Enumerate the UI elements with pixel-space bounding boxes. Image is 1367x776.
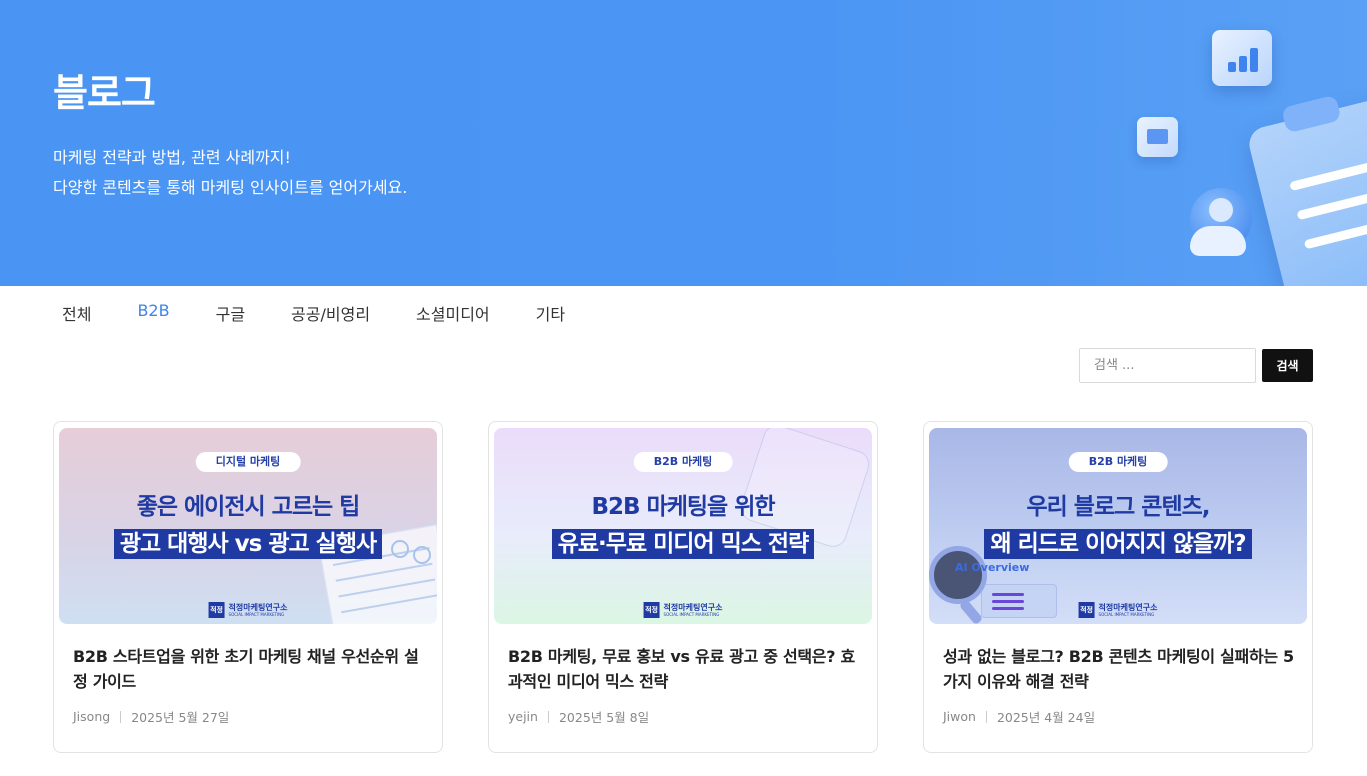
search-button[interactable]: 검색	[1262, 349, 1313, 382]
post-title[interactable]: 성과 없는 블로그? B2B 콘텐츠 마케팅이 실패하는 5가지 이유와 해결 …	[943, 644, 1299, 694]
post-date: 2025년 5월 27일	[131, 710, 230, 725]
tab-b2b[interactable]: B2B	[137, 301, 169, 327]
tab-google[interactable]: 구글	[216, 301, 245, 327]
meta-divider	[985, 710, 987, 723]
thumbnail-headline-highlight: 광고 대행사 vs 광고 실행사	[59, 524, 437, 559]
user-icon	[1190, 188, 1252, 256]
thumbnail-tag: 디지털 마케팅	[195, 452, 301, 472]
post-card[interactable]: AI Overview B2B 마케팅 우리 블로그 콘텐츠, 왜 리드로 이어…	[923, 421, 1313, 753]
thumbnail-headline: 좋은 에이전시 고르는 팁	[136, 494, 361, 520]
thumbnail-headline-highlight: 유료·무료 미디어 믹스 전략	[494, 524, 872, 559]
category-tabs: 전체 B2B 구글 공공/비영리 소셜미디어 기타	[62, 301, 611, 327]
post-author: Jiwon	[943, 709, 976, 724]
tab-public-nonprofit[interactable]: 공공/비영리	[291, 301, 370, 327]
post-meta: Jisong 2025년 5월 27일	[73, 707, 229, 726]
thumbnail-headline: 우리 블로그 콘텐츠,	[1026, 494, 1210, 520]
post-thumbnail[interactable]: AI Overview B2B 마케팅 우리 블로그 콘텐츠, 왜 리드로 이어…	[929, 428, 1307, 624]
bar-chart-icon	[1212, 30, 1272, 86]
post-date: 2025년 5월 8일	[558, 710, 650, 725]
post-title[interactable]: B2B 마케팅, 무료 홍보 vs 유료 광고 중 선택은? 효과적인 미디어 …	[508, 644, 864, 694]
post-meta: yejin 2025년 5월 8일	[508, 707, 649, 726]
hero-description-line: 마케팅 전략과 방법, 관련 사례까지!	[53, 148, 291, 167]
hero-description-line: 다양한 콘텐츠를 통해 마케팅 인사이트를 얻어가세요.	[53, 178, 408, 197]
meta-divider	[547, 710, 549, 723]
post-title[interactable]: B2B 스타트업을 위한 초기 마케팅 채널 우선순위 설정 가이드	[73, 644, 429, 694]
meta-divider	[120, 710, 122, 723]
post-thumbnail[interactable]: 디지털 마케팅 좋은 에이전시 고르는 팁 광고 대행사 vs 광고 실행사 적…	[59, 428, 437, 624]
hero-banner: 블로그 마케팅 전략과 방법, 관련 사례까지! 다양한 콘텐츠를 통해 마케팅…	[0, 0, 1367, 286]
tab-etc[interactable]: 기타	[536, 301, 565, 327]
thumbnail-headline-highlight: 왜 리드로 이어지지 않을까?	[929, 524, 1307, 559]
ai-overview-label: AI Overview	[955, 561, 1030, 574]
folder-icon	[1137, 117, 1178, 157]
clipboard-icon	[1245, 94, 1367, 286]
search-input[interactable]	[1079, 348, 1256, 383]
hero-description: 마케팅 전략과 방법, 관련 사례까지! 다양한 콘텐츠를 통해 마케팅 인사이…	[53, 143, 407, 203]
page-title: 블로그	[53, 71, 156, 115]
brand-logo: 적정 적정마케팅연구소 SOCIAL IMPACT MARKETING	[1078, 602, 1158, 618]
ai-overview-panel	[981, 584, 1057, 618]
post-thumbnail[interactable]: B2B 마케팅 B2B 마케팅을 위한 유료·무료 미디어 믹스 전략 적정 적…	[494, 428, 872, 624]
thumbnail-headline: B2B 마케팅을 위한	[591, 494, 775, 520]
brand-logo: 적정 적정마케팅연구소 SOCIAL IMPACT MARKETING	[643, 602, 723, 618]
tab-social-media[interactable]: 소셜미디어	[416, 301, 490, 327]
thumbnail-tag: B2B 마케팅	[1068, 452, 1168, 472]
thumbnail-tag: B2B 마케팅	[633, 452, 733, 472]
tab-all[interactable]: 전체	[62, 301, 91, 327]
post-card[interactable]: 디지털 마케팅 좋은 에이전시 고르는 팁 광고 대행사 vs 광고 실행사 적…	[53, 421, 443, 753]
post-meta: Jiwon 2025년 4월 24일	[943, 707, 1095, 726]
post-card[interactable]: B2B 마케팅 B2B 마케팅을 위한 유료·무료 미디어 믹스 전략 적정 적…	[488, 421, 878, 753]
brand-logo: 적정 적정마케팅연구소 SOCIAL IMPACT MARKETING	[208, 602, 288, 618]
post-date: 2025년 4월 24일	[996, 710, 1096, 725]
post-author: Jisong	[73, 709, 111, 724]
post-author: yejin	[508, 709, 538, 724]
